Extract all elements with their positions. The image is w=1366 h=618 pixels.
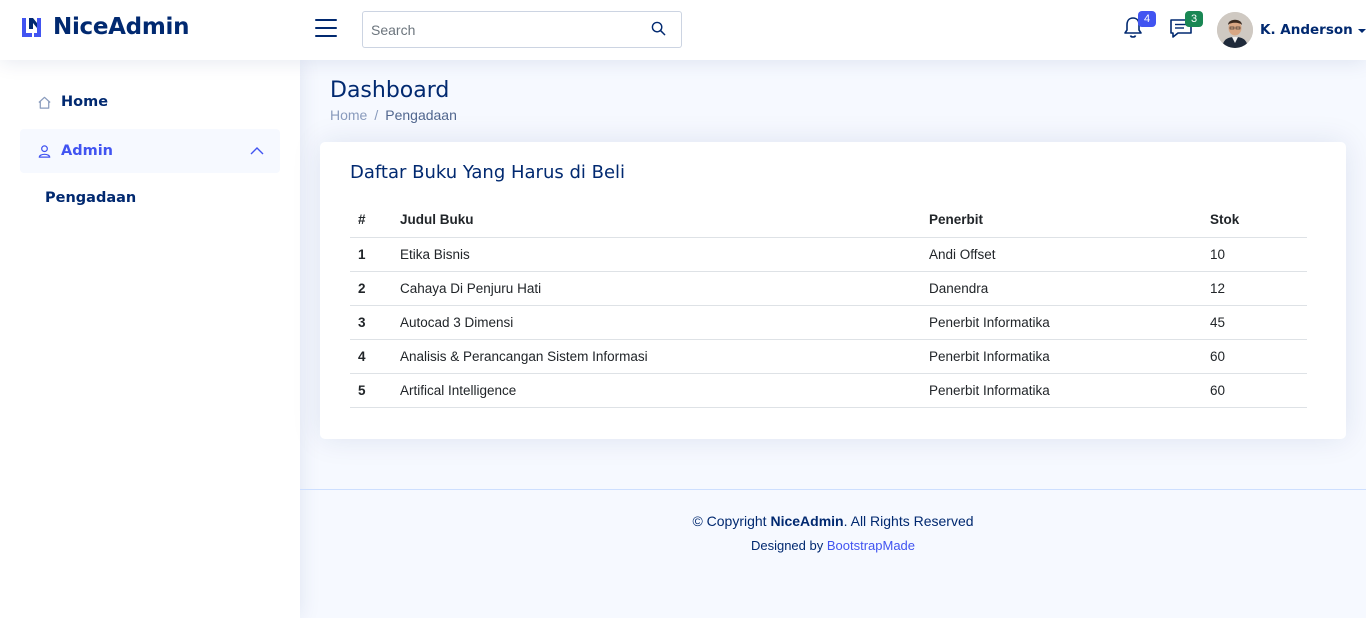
- search-icon[interactable]: [651, 21, 667, 37]
- page-title: Dashboard: [330, 78, 450, 103]
- books-card: Daftar Buku Yang Harus di Beli # Judul B…: [320, 142, 1346, 439]
- row-number: 4: [350, 339, 392, 374]
- profile-dropdown[interactable]: K. Anderson: [1217, 12, 1366, 48]
- brand-name: NiceAdmin: [53, 14, 190, 40]
- sidebar-item-label: Home: [61, 94, 109, 110]
- breadcrumb-home[interactable]: Home: [330, 107, 367, 123]
- sidebar: Home Admin Pengadaan: [0, 60, 300, 618]
- main-content: Dashboard Home / Pengadaan Daftar Buku Y…: [300, 60, 1366, 439]
- table-header-row: # Judul Buku Penerbit Stok: [350, 203, 1307, 238]
- column-header-publisher: Penerbit: [921, 203, 1202, 238]
- sidebar-item-home[interactable]: Home: [20, 80, 280, 124]
- copyright-suffix: . All Rights Reserved: [843, 513, 974, 529]
- books-table: # Judul Buku Penerbit Stok 1 Etika Bisni…: [350, 203, 1307, 408]
- chat-icon: [1169, 19, 1193, 44]
- logo-icon: [20, 14, 46, 40]
- copyright-prefix: © Copyright: [692, 513, 771, 529]
- designer-link[interactable]: BootstrapMade: [827, 538, 915, 553]
- notifications-badge: 4: [1138, 11, 1156, 27]
- copyright: © Copyright NiceAdmin. All Rights Reserv…: [300, 513, 1366, 529]
- book-stock: 60: [1202, 373, 1307, 408]
- table-row: 2 Cahaya Di Penjuru Hati Danendra 12: [350, 271, 1307, 306]
- breadcrumb: Home / Pengadaan: [330, 107, 1366, 123]
- table-row: 1 Etika Bisnis Andi Offset 10: [350, 237, 1307, 272]
- book-stock: 60: [1202, 339, 1307, 374]
- bell-icon: [1122, 17, 1144, 44]
- book-publisher: Andi Offset: [921, 237, 1202, 272]
- column-header-title: Judul Buku: [392, 203, 921, 238]
- footer: © Copyright NiceAdmin. All Rights Reserv…: [300, 489, 1366, 618]
- menu-toggle-icon[interactable]: [315, 19, 337, 39]
- person-icon: [35, 142, 53, 160]
- messages-button[interactable]: 3: [1169, 11, 1203, 44]
- sidebar-subitem-pengadaan[interactable]: Pengadaan: [20, 178, 280, 218]
- notifications-button[interactable]: 4: [1122, 11, 1156, 44]
- book-publisher: Penerbit Informatika: [921, 305, 1202, 340]
- book-title: Autocad 3 Dimensi: [392, 305, 921, 340]
- table-row: 3 Autocad 3 Dimensi Penerbit Informatika…: [350, 305, 1307, 340]
- book-title: Analisis & Perancangan Sistem Informasi: [392, 339, 921, 374]
- search-bar: [362, 11, 682, 48]
- profile-name: K. Anderson: [1260, 22, 1353, 38]
- chevron-up-icon: [250, 144, 264, 160]
- row-number: 5: [350, 373, 392, 408]
- book-publisher: Danendra: [921, 271, 1202, 306]
- credits-prefix: Designed by: [750, 538, 827, 553]
- book-publisher: Penerbit Informatika: [921, 339, 1202, 374]
- breadcrumb-separator: /: [374, 107, 379, 123]
- sidebar-item-admin[interactable]: Admin: [20, 129, 280, 173]
- book-publisher: Penerbit Informatika: [921, 373, 1202, 408]
- breadcrumb-current: Pengadaan: [385, 107, 457, 123]
- row-number: 2: [350, 271, 392, 306]
- house-icon: [35, 93, 53, 111]
- card-title: Daftar Buku Yang Harus di Beli: [350, 162, 626, 183]
- top-header: NiceAdmin 4 3: [0, 0, 1366, 60]
- sidebar-item-label: Admin: [61, 143, 114, 159]
- book-title: Artifical Intelligence: [392, 373, 921, 408]
- messages-badge: 3: [1185, 11, 1203, 27]
- book-stock: 10: [1202, 237, 1307, 272]
- book-title: Cahaya Di Penjuru Hati: [392, 271, 921, 306]
- row-number: 3: [350, 305, 392, 340]
- column-header-stock: Stok: [1202, 203, 1307, 238]
- row-number: 1: [350, 237, 392, 272]
- page-title-block: Dashboard Home / Pengadaan: [300, 60, 1366, 142]
- table-row: 5 Artifical Intelligence Penerbit Inform…: [350, 373, 1307, 408]
- caret-down-icon: [1357, 28, 1366, 33]
- brand-logo[interactable]: NiceAdmin: [20, 14, 189, 40]
- table-row: 4 Analisis & Perancangan Sistem Informas…: [350, 339, 1307, 374]
- avatar: [1217, 12, 1253, 48]
- credits: Designed by BootstrapMade: [300, 538, 1366, 553]
- column-header-number: #: [350, 203, 392, 238]
- book-title: Etika Bisnis: [392, 237, 921, 272]
- book-stock: 45: [1202, 305, 1307, 340]
- book-stock: 12: [1202, 271, 1307, 306]
- search-input[interactable]: [363, 12, 633, 47]
- copyright-brand: NiceAdmin: [770, 513, 844, 529]
